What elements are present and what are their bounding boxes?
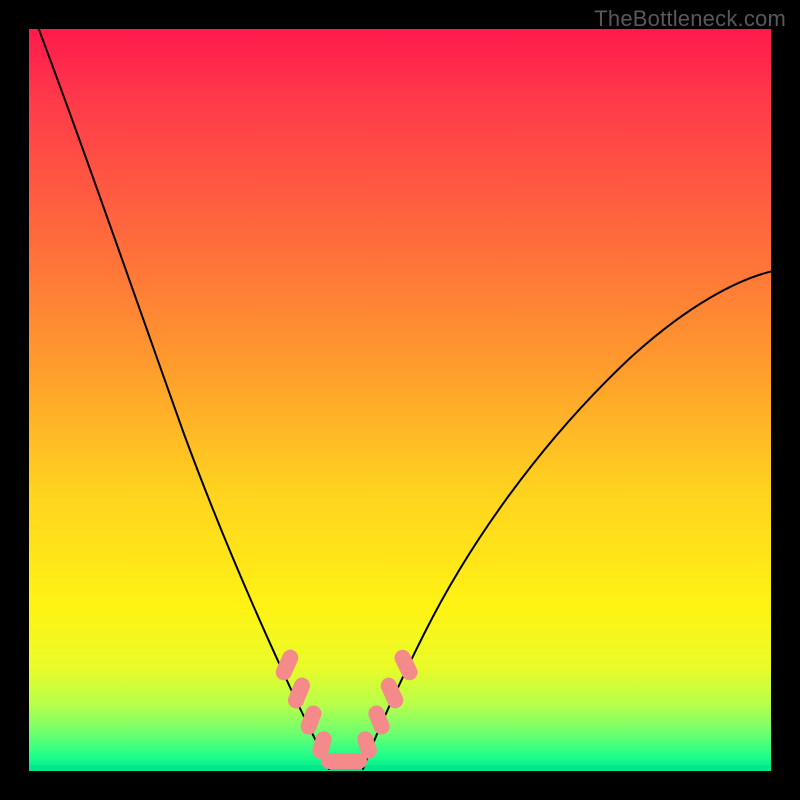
- highlight-trough: [321, 753, 367, 769]
- curve-right-branch: [363, 271, 771, 769]
- chart-container: TheBottleneck.com: [0, 0, 800, 800]
- watermark-text: TheBottleneck.com: [594, 6, 786, 32]
- plot-area: [29, 29, 771, 771]
